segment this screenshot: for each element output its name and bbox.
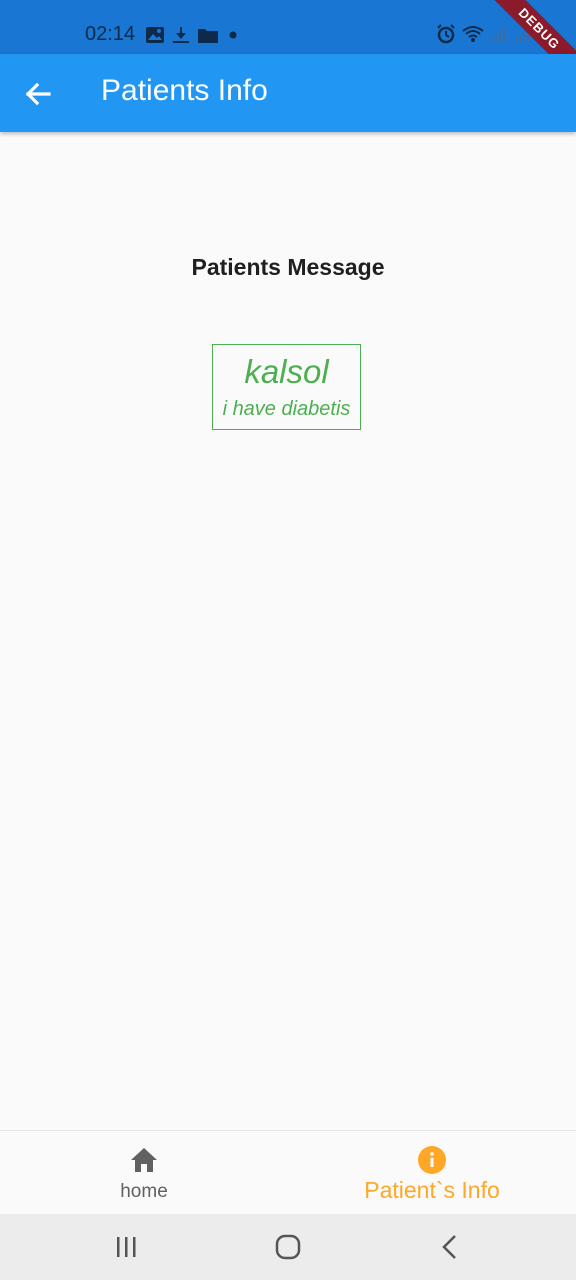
nav-item-home[interactable]: home (0, 1131, 288, 1215)
download-icon (173, 27, 189, 43)
status-bar: 02:14 DEBUG (0, 0, 576, 90)
home-icon (131, 1148, 157, 1172)
folder-icon (198, 29, 218, 43)
system-back-button[interactable] (430, 1232, 470, 1262)
alarm-icon (437, 24, 455, 44)
back-chevron-icon (442, 1235, 456, 1259)
status-left-icons (146, 26, 240, 44)
home-circle-icon (275, 1234, 301, 1260)
nav-item-patients-info[interactable]: Patient`s Info (288, 1131, 576, 1215)
app-bar: Patients Info (0, 54, 576, 132)
image-icon (146, 27, 164, 43)
patient-message: i have diabetis (222, 398, 351, 420)
recents-icon (117, 1237, 136, 1257)
info-icon (418, 1146, 446, 1174)
signal-icon (491, 27, 505, 42)
nav-label-home: home (120, 1181, 168, 1202)
message-card: kalsol i have diabetis (212, 344, 361, 430)
patient-name: kalsol (244, 353, 329, 390)
nav-label-patients-info: Patient`s Info (364, 1177, 500, 1203)
page-title: Patients Info (101, 74, 268, 107)
system-navigation-bar (0, 1214, 576, 1280)
back-button[interactable] (20, 76, 56, 112)
section-title: Patients Message (191, 254, 385, 280)
recents-button[interactable] (106, 1232, 146, 1262)
dot-icon (229, 31, 237, 39)
wifi-icon (462, 26, 484, 42)
arrow-back-icon (25, 82, 51, 106)
status-right-icons (436, 24, 532, 44)
system-home-button[interactable] (268, 1232, 308, 1262)
status-time: 02:14 (85, 23, 136, 45)
bottom-navigation: home Patient`s Info (0, 1130, 576, 1215)
